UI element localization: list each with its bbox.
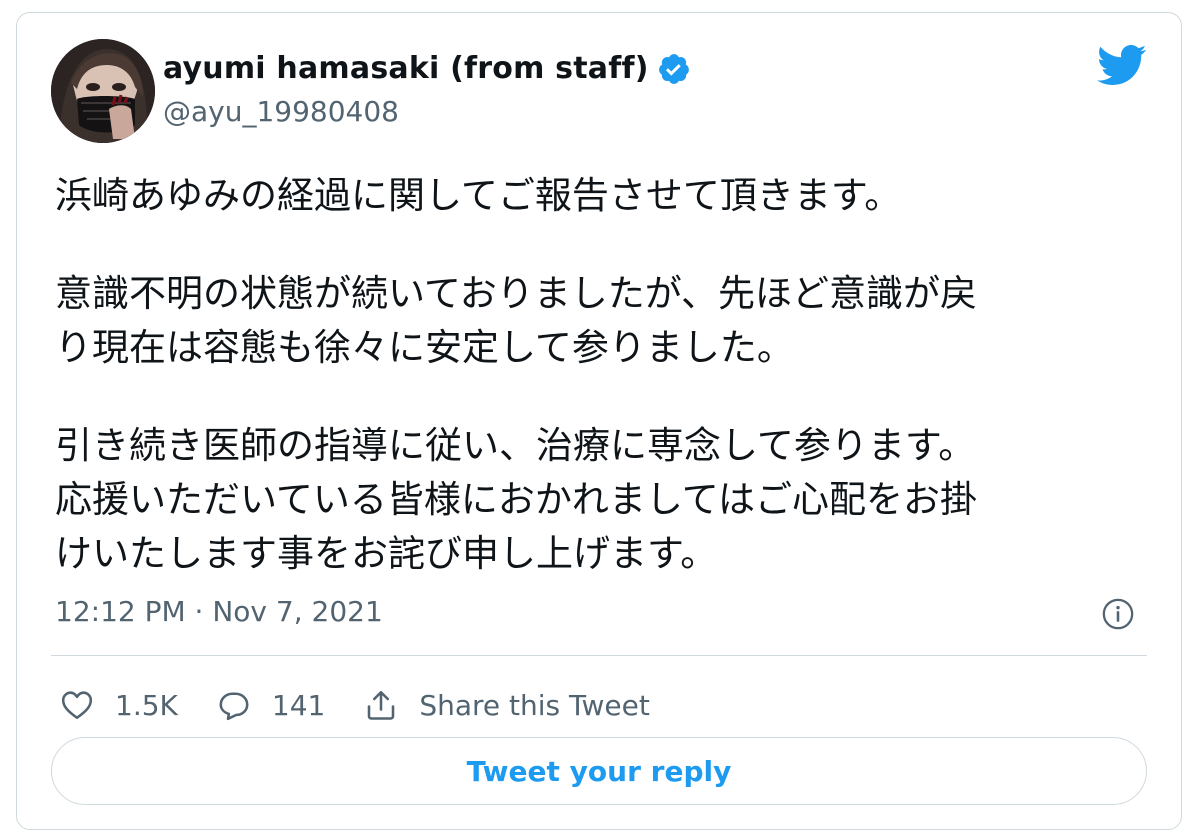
- tweet-actions: 1.5K 141 Share this Tweet: [59, 683, 688, 727]
- tweet-line: 応援いただいている皆様におかれましてはご心配をお掛: [55, 478, 978, 521]
- tweet-card[interactable]: ayumi hamasaki (from staff) @ayu_1998040…: [16, 12, 1182, 830]
- reply-button-label: Tweet your reply: [466, 754, 732, 788]
- tweet-text: 浜崎あゆみの経過に関してご報告させて頂きます。 意識不明の状態が続いておりました…: [55, 169, 1145, 581]
- author-name-row[interactable]: ayumi hamasaki (from staff): [163, 51, 691, 86]
- avatar-image: [51, 39, 155, 143]
- heart-icon: [61, 691, 93, 720]
- share-icon: [368, 690, 395, 720]
- reply-count: 141: [271, 688, 326, 722]
- divider: [51, 655, 1147, 656]
- share-button[interactable]: Share this Tweet: [363, 687, 650, 723]
- like-count: 1.5K: [115, 688, 178, 722]
- tweet-your-reply-button[interactable]: Tweet your reply: [51, 737, 1147, 805]
- info-icon[interactable]: [1101, 597, 1135, 631]
- tweet-timestamp[interactable]: 12:12 PM · Nov 7, 2021: [55, 595, 383, 628]
- avatar[interactable]: [51, 39, 155, 143]
- tweet-line: 引き続き医師の指導に従い、治療に専念して参ります。: [55, 424, 976, 467]
- tweet-line: けいたします事をお詫び申し上げます。: [55, 532, 718, 575]
- tweet-line: 意識不明の状態が続いておりましたが、先ほど意識が戻: [55, 272, 978, 315]
- verified-badge-icon: [658, 53, 689, 84]
- author-handle[interactable]: @ayu_19980408: [163, 95, 399, 128]
- twitter-bird-icon[interactable]: [1095, 43, 1147, 87]
- reply-button[interactable]: 141: [216, 687, 325, 723]
- author-display-name[interactable]: ayumi hamasaki (from staff): [163, 51, 649, 86]
- like-button[interactable]: 1.5K: [59, 687, 178, 723]
- share-label: Share this Tweet: [419, 688, 650, 722]
- speech-bubble-icon: [219, 692, 249, 721]
- tweet-line: り現在は容態も徐々に安定して参りました。: [55, 326, 794, 369]
- tweet-line: 浜崎あゆみの経過に関してご報告させて頂きます。: [55, 174, 902, 217]
